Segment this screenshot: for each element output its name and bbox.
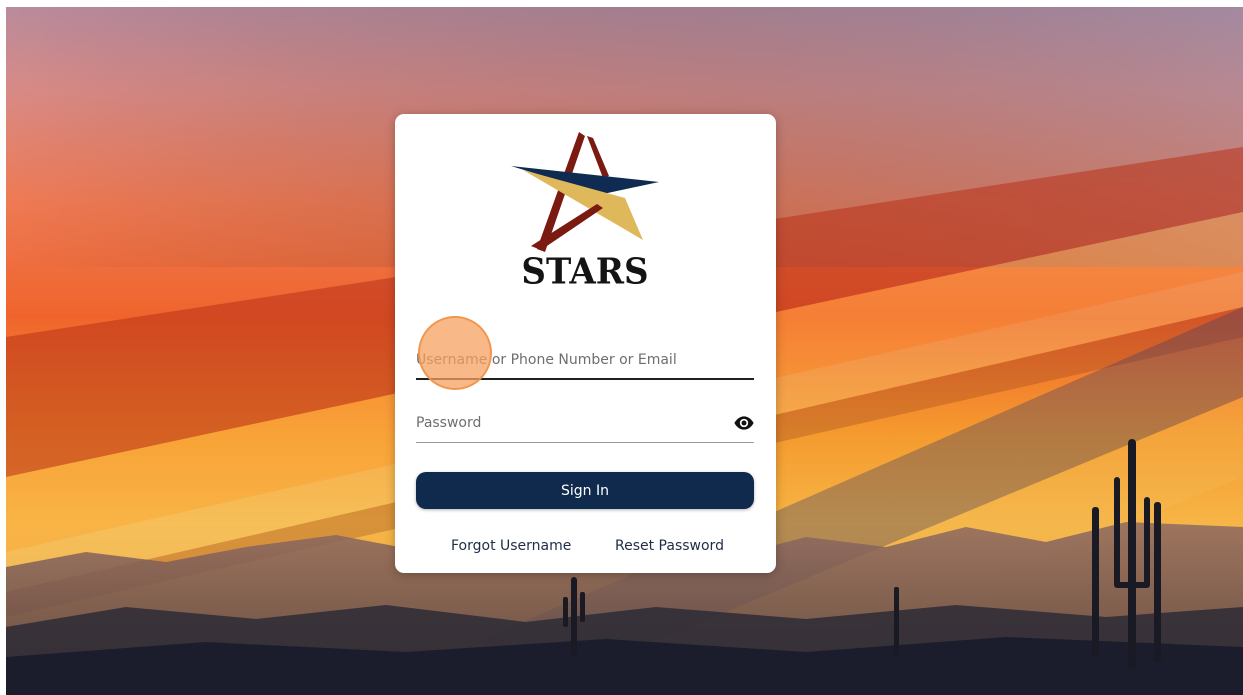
username-field[interactable] bbox=[416, 342, 754, 382]
screen: STARS Sign In Forgot Username Reset Pass… bbox=[6, 7, 1243, 695]
star-logo-icon bbox=[511, 132, 659, 252]
username-input[interactable] bbox=[416, 342, 754, 378]
reset-password-link[interactable]: Reset Password bbox=[615, 538, 724, 554]
eye-icon[interactable] bbox=[734, 415, 754, 431]
login-card: STARS Sign In Forgot Username Reset Pass… bbox=[395, 114, 776, 573]
password-input[interactable] bbox=[416, 405, 754, 441]
sign-in-button[interactable]: Sign In bbox=[416, 472, 754, 509]
logo-wordmark: STARS bbox=[521, 251, 649, 293]
stars-logo: STARS bbox=[505, 128, 665, 293]
username-underline bbox=[416, 378, 754, 380]
password-field[interactable] bbox=[416, 405, 754, 445]
account-links: Forgot Username Reset Password bbox=[395, 538, 776, 558]
password-underline bbox=[416, 442, 754, 443]
forgot-username-link[interactable]: Forgot Username bbox=[451, 538, 571, 554]
